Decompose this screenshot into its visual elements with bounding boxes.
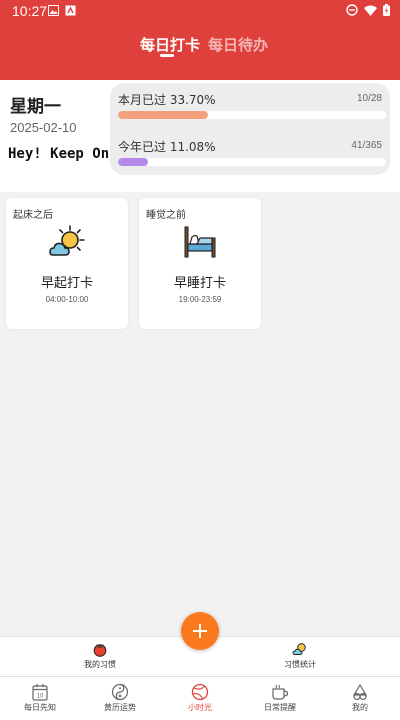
- image-notification-icon: [48, 5, 59, 16]
- yinyang-icon: [111, 683, 129, 701]
- my-habits-label: 我的习惯: [84, 660, 116, 669]
- year-progress-count: 41/365: [351, 140, 382, 151]
- habit-card-time: 19:00-23:59: [178, 295, 222, 304]
- year-progress-fill: [118, 158, 148, 166]
- nav-item-daily-prophet[interactable]: 10 每日先知: [0, 683, 80, 713]
- nav-item-almanac[interactable]: 黄历运势: [80, 683, 160, 713]
- weekday-label: 星期一: [10, 97, 61, 117]
- month-progress-fill: [118, 111, 209, 119]
- time-progress-panel: 本月已过 33.70% 10/28 今年已过 11.08% 41/365: [110, 83, 390, 175]
- habit-card-title: 早起打卡: [40, 276, 93, 291]
- habit-stats-label: 习惯统计: [284, 660, 316, 669]
- nav-label: 小时光: [188, 703, 212, 712]
- wifi-icon: [364, 5, 377, 16]
- year-progress-track: [118, 158, 386, 166]
- bed-icon: [184, 226, 216, 258]
- svg-text:10: 10: [37, 694, 44, 700]
- add-habit-button[interactable]: [181, 612, 219, 650]
- do-not-disturb-icon: [346, 4, 358, 16]
- sun-cloud-icon: [49, 225, 85, 256]
- ball-icon: [191, 683, 209, 701]
- active-tab-indicator: [160, 54, 174, 57]
- tab-daily-todo[interactable]: 每日待办: [208, 34, 268, 55]
- habit-card-tag: 睡觉之前: [146, 210, 186, 221]
- bottom-nav: 10 每日先知 黄历运势 小时光 日常提醒 我的: [0, 676, 400, 720]
- profile-icon: [352, 683, 368, 701]
- nav-item-little-time[interactable]: 小时光: [160, 683, 240, 713]
- top-tabs: 每日打卡 每日待办: [0, 32, 400, 60]
- status-time: 10:27: [12, 3, 48, 19]
- calendar-icon: 10: [32, 684, 48, 701]
- today-summary: 星期一 2025-02-10 Hey! Keep On 本月已过 33.70% …: [0, 80, 400, 192]
- status-bar: 10:27: [0, 0, 400, 24]
- nav-item-daily-reminder[interactable]: 日常提醒: [240, 683, 320, 713]
- nav-label: 我的: [352, 703, 368, 712]
- tab-daily-checkin[interactable]: 每日打卡: [140, 34, 200, 55]
- nav-label: 日常提醒: [264, 703, 296, 712]
- plus-icon: [193, 624, 207, 638]
- month-progress-label: 本月已过 33.70%: [118, 93, 216, 107]
- date-label: 2025-02-10: [10, 120, 77, 135]
- cup-icon: [272, 684, 289, 700]
- month-progress-track: [118, 111, 386, 119]
- habit-card-tag: 起床之后: [13, 210, 53, 221]
- battery-icon: [383, 4, 390, 16]
- motto-text: Hey! Keep On: [8, 146, 110, 162]
- year-progress-label: 今年已过 11.08%: [118, 140, 216, 154]
- nav-label: 黄历运势: [104, 703, 136, 712]
- habit-card-time: 04:00-10:00: [45, 295, 89, 304]
- month-progress-count: 10/28: [356, 93, 382, 104]
- file-notification-icon: [65, 5, 76, 16]
- app-header: 10:27 每日打卡 每日待办: [0, 0, 400, 80]
- habit-card-early-sleep[interactable]: 睡觉之前 早睡打卡 19:00-23:59: [139, 198, 261, 329]
- habit-stats-button[interactable]: 习惯统计: [250, 641, 350, 670]
- my-habits-button[interactable]: 我的习惯: [50, 641, 150, 670]
- habit-card-early-rise[interactable]: 起床之后 早起打卡 04:00-10:00: [6, 198, 128, 329]
- habit-card-title: 早睡打卡: [173, 276, 226, 291]
- tomato-icon: [93, 644, 107, 657]
- nav-item-mine[interactable]: 我的: [320, 683, 400, 713]
- nav-label: 每日先知: [24, 703, 56, 712]
- sun-cloud-small-icon: [292, 643, 306, 655]
